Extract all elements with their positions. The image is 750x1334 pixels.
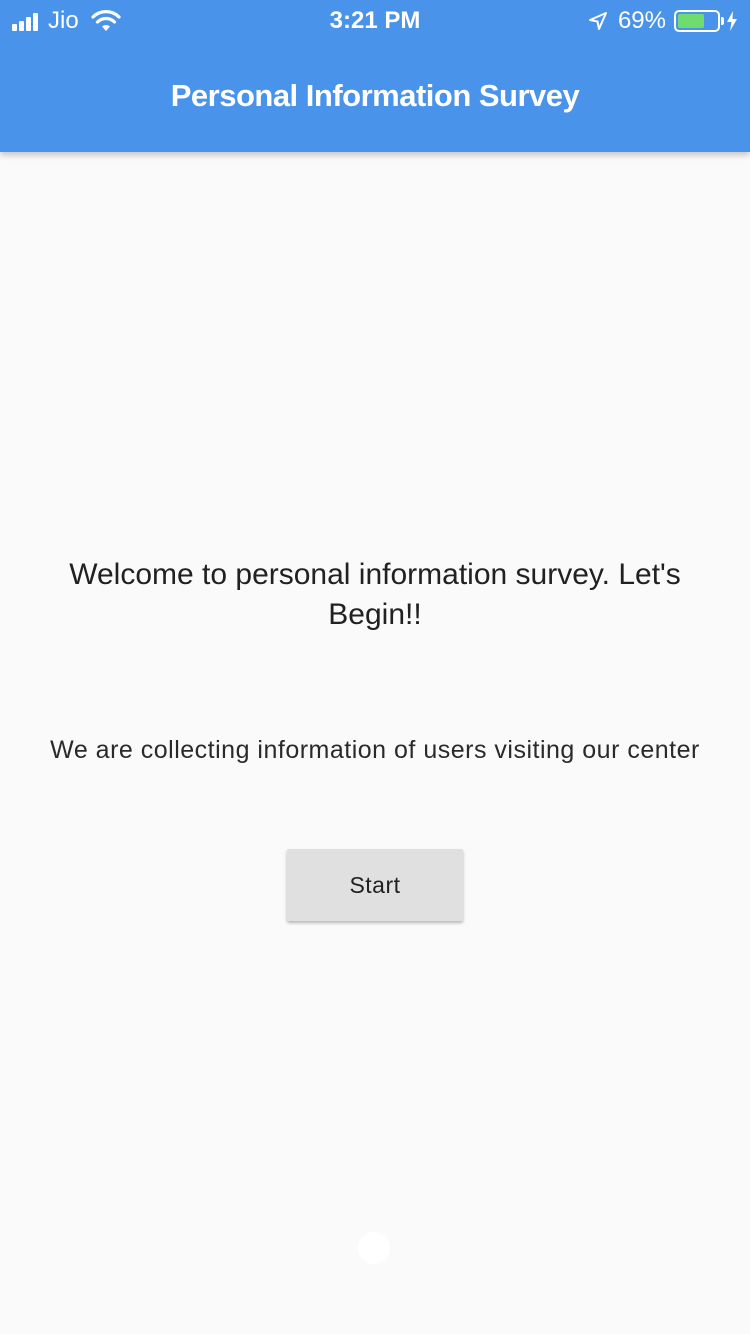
start-button[interactable]: Start	[287, 849, 463, 921]
status-bar: Jio 3:21 PM 69%	[0, 0, 750, 40]
app-header: Jio 3:21 PM 69% Personal Information Sur…	[0, 0, 750, 152]
battery-icon	[674, 10, 724, 32]
location-arrow-icon	[588, 12, 607, 30]
welcome-heading: Welcome to personal information survey. …	[69, 558, 681, 631]
app-title: Personal Information Survey	[170, 78, 580, 113]
subtitle-text: We are collecting information of users v…	[50, 736, 700, 764]
status-right: 69%	[588, 7, 738, 35]
battery-percent: 69%	[617, 7, 666, 34]
battery-fill	[678, 14, 705, 28]
charging-bolt-icon	[727, 11, 737, 31]
page-indicator-dot	[358, 1232, 390, 1264]
